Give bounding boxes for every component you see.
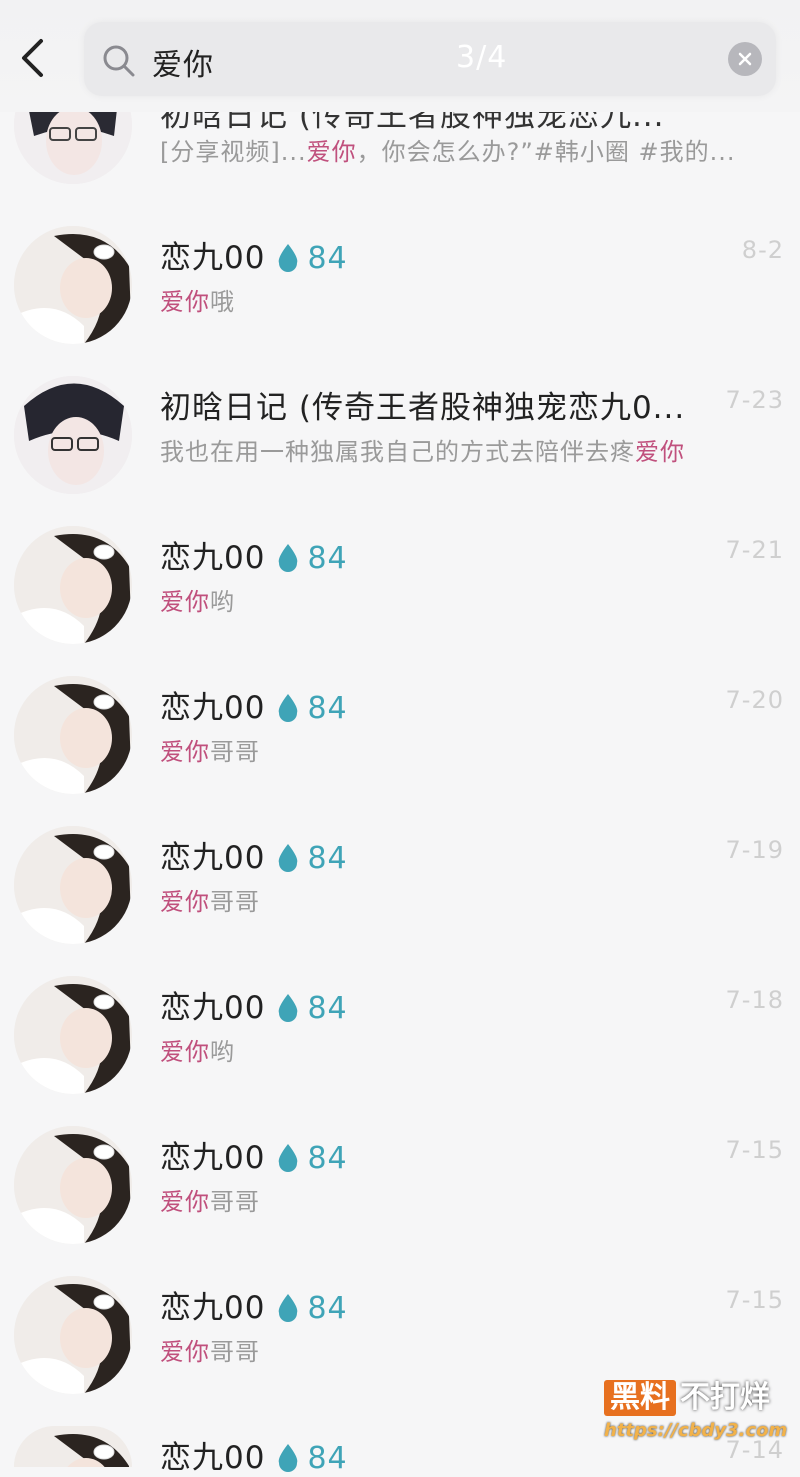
avatar (14, 1426, 132, 1467)
result-date: 7-19 (725, 836, 784, 864)
avatar (14, 526, 132, 644)
avatar (14, 976, 132, 1094)
water-drop-icon (279, 1294, 298, 1322)
match-counter: 3/4 (456, 40, 508, 75)
avatar (14, 826, 132, 944)
result-title: 恋九00 84 (160, 1440, 348, 1476)
result-snippet: 爱你哥哥 (160, 1188, 260, 1216)
water-drop-icon (279, 694, 298, 722)
avatar (14, 1276, 132, 1394)
result-title: 恋九00 84 (160, 240, 348, 276)
water-drop-icon (279, 1144, 298, 1172)
watermark-url: https://cbdy3.com (604, 1420, 788, 1441)
water-drop-icon (279, 544, 298, 572)
result-date: 7-18 (725, 986, 784, 1014)
result-row[interactable]: 初晗日记 (传奇王者股神独宠恋九... [分享视频]...爱你，你会怎么办?”#… (0, 66, 800, 246)
water-drop-icon (279, 844, 298, 872)
water-drop-icon (279, 994, 298, 1022)
result-snippet: 爱你哥哥 (160, 1338, 260, 1366)
search-icon (103, 45, 135, 77)
result-snippet: [分享视频]...爱你，你会怎么办?”#韩小圈 #我的... (160, 138, 736, 166)
result-date: 7-23 (725, 386, 784, 414)
chevron-left-icon (22, 39, 43, 77)
result-title: 恋九00 84 (160, 540, 348, 576)
result-row[interactable]: 恋九00 84 爱你哥哥 7-20 (0, 676, 800, 832)
watermark-slogan: 不打烊 (680, 1380, 770, 1415)
result-snippet: 爱你哟 (160, 1038, 235, 1066)
search-header: 爱你 3/4 (0, 0, 800, 112)
back-button[interactable] (12, 34, 52, 82)
result-date: 7-20 (725, 686, 784, 714)
water-drop-icon (279, 1444, 298, 1472)
result-row[interactable]: 初晗日记 (传奇王者股神独宠恋九0... 我也在用一种独属我自己的方式去陪伴去疼… (0, 376, 800, 532)
avatar (14, 1126, 132, 1244)
search-bar[interactable]: 爱你 3/4 (84, 22, 776, 96)
result-date: 8-2 (741, 236, 784, 264)
avatar (14, 676, 132, 794)
watermark-brand: 黑料 (604, 1380, 676, 1416)
result-snippet: 爱你哦 (160, 288, 235, 316)
result-snippet: 爱你哟 (160, 588, 235, 616)
result-row[interactable]: 恋九00 84 爱你哥哥 7-15 (0, 1126, 800, 1282)
result-row[interactable]: 恋九00 84 爱你哟 7-18 (0, 976, 800, 1132)
result-date: 7-21 (725, 536, 784, 564)
result-title: 初晗日记 (传奇王者股神独宠恋九0... (160, 390, 686, 426)
result-snippet: 爱你哥哥 (160, 738, 260, 766)
result-title: 恋九00 84 (160, 1140, 348, 1176)
watermark: 黑料 不打烊 https://cbdy3.com (604, 1380, 794, 1450)
avatar (14, 226, 132, 344)
result-title: 恋九00 84 (160, 690, 348, 726)
result-row[interactable]: 恋九00 84 爱你哦 8-2 (0, 226, 800, 382)
result-title: 恋九00 84 (160, 990, 348, 1026)
result-date: 7-15 (725, 1286, 784, 1314)
result-row[interactable]: 恋九00 84 爱你哟 7-21 (0, 526, 800, 682)
search-input[interactable]: 爱你 (152, 40, 214, 84)
result-snippet: 我也在用一种独属我自己的方式去陪伴去疼爱你 (160, 438, 685, 466)
close-icon (738, 52, 752, 66)
result-snippet: 爱你哥哥 (160, 888, 260, 916)
avatar (14, 376, 132, 494)
result-row[interactable]: 恋九00 84 爱你哥哥 7-19 (0, 826, 800, 982)
clear-search-button[interactable] (728, 42, 762, 76)
result-title: 恋九00 84 (160, 1290, 348, 1326)
search-results-list: 初晗日记 (传奇王者股神独宠恋九... [分享视频]...爱你，你会怎么办?”#… (0, 0, 800, 1476)
result-date: 7-15 (725, 1136, 784, 1164)
water-drop-icon (279, 244, 298, 272)
result-title: 恋九00 84 (160, 840, 348, 876)
